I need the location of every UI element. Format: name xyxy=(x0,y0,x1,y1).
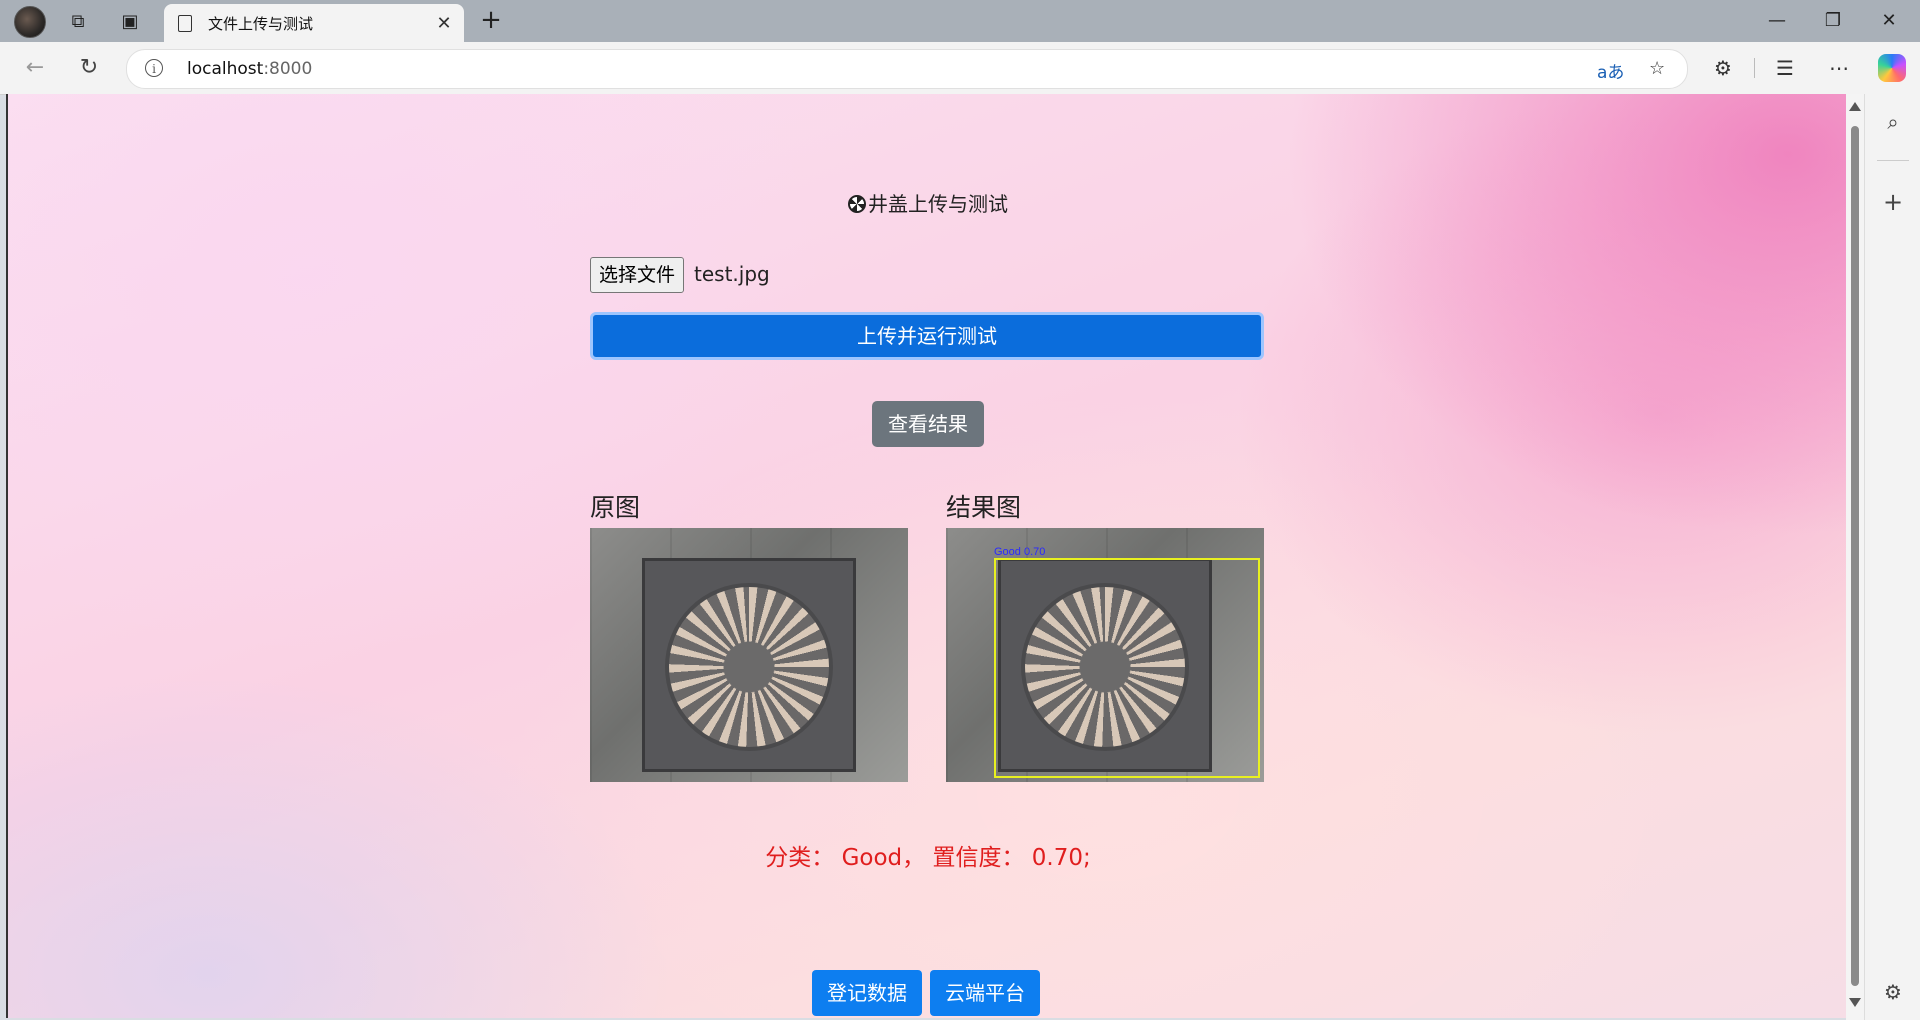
more-icon[interactable]: ⋯ xyxy=(1822,52,1856,84)
page-viewport: 井盖上传与测试 选择文件 test.jpg 上传并运行测试 查看结果 原图 结果… xyxy=(6,94,1848,1018)
page-icon xyxy=(178,14,192,32)
original-image-label: 原图 xyxy=(590,493,641,522)
scroll-thumb[interactable] xyxy=(1851,126,1859,986)
detection-label: Good 0.70 xyxy=(994,546,1046,558)
refresh-icon[interactable]: ↻ xyxy=(72,52,106,84)
close-window-button[interactable]: ✕ xyxy=(1864,6,1914,36)
add-icon[interactable]: + xyxy=(1877,186,1909,218)
sidebar-divider xyxy=(1877,160,1909,161)
selected-file-name: test.jpg xyxy=(694,262,770,286)
workspaces-icon[interactable]: ⧉ xyxy=(62,6,94,36)
favorite-star-icon[interactable]: ☆ xyxy=(1649,58,1665,79)
scroll-down-arrow[interactable] xyxy=(1849,998,1861,1007)
page-title: 井盖上传与测试 xyxy=(8,188,1848,217)
lifebuoy-icon xyxy=(848,195,866,213)
detection-box xyxy=(994,558,1260,778)
address-bar-row: ← ↻ i localhost:8000 aあ ☆ ⚙ ☰ ⋯ xyxy=(0,42,1920,95)
info-icon[interactable]: i xyxy=(145,59,163,77)
minimize-button[interactable]: — xyxy=(1752,6,1802,36)
result-image-label: 结果图 xyxy=(946,493,1022,522)
read-aloud-icon[interactable]: aあ xyxy=(1597,58,1624,83)
new-tab-button[interactable]: + xyxy=(474,6,508,36)
edge-sidebar: ⌕ + ⚙ xyxy=(1864,94,1920,1020)
back-icon[interactable]: ← xyxy=(18,52,52,84)
tab-actions-icon[interactable]: ▣ xyxy=(114,6,146,36)
scroll-up-arrow[interactable] xyxy=(1849,102,1861,111)
choose-file-button[interactable]: 选择文件 xyxy=(590,257,685,293)
tab-bar: ⧉ ▣ 文件上传与测试 ✕ + — ❐ ✕ xyxy=(0,0,1920,42)
page-scrollbar[interactable] xyxy=(1846,94,1864,1020)
toolbar-divider xyxy=(1754,58,1755,78)
favorites-icon[interactable]: ☰ xyxy=(1768,52,1802,84)
profile-avatar[interactable] xyxy=(14,6,46,38)
manhole-cover xyxy=(642,558,856,772)
restore-button[interactable]: ❐ xyxy=(1808,6,1858,36)
active-tab[interactable]: 文件上传与测试 ✕ xyxy=(164,4,464,42)
cover-pattern xyxy=(665,583,833,751)
cloud-platform-button[interactable]: 云端平台 xyxy=(930,970,1040,1016)
register-data-button[interactable]: 登记数据 xyxy=(812,970,922,1016)
settings-icon[interactable]: ⚙ xyxy=(1877,976,1909,1008)
search-icon[interactable]: ⌕ xyxy=(1877,106,1909,138)
result-image: Good 0.70 xyxy=(946,528,1264,782)
view-result-button[interactable]: 查看结果 xyxy=(872,401,984,447)
upload-run-button[interactable]: 上传并运行测试 xyxy=(590,312,1264,360)
url-field[interactable]: i localhost:8000 aあ ☆ xyxy=(126,49,1688,89)
extensions-icon[interactable]: ⚙ xyxy=(1706,52,1740,84)
original-image xyxy=(590,528,908,782)
copilot-icon[interactable] xyxy=(1878,54,1906,82)
tab-title: 文件上传与测试 xyxy=(208,14,314,33)
url-text: localhost:8000 xyxy=(187,59,313,79)
classification-result: 分类： Good， 置信度： 0.70; xyxy=(765,845,1091,871)
close-tab-icon[interactable]: ✕ xyxy=(430,13,458,34)
